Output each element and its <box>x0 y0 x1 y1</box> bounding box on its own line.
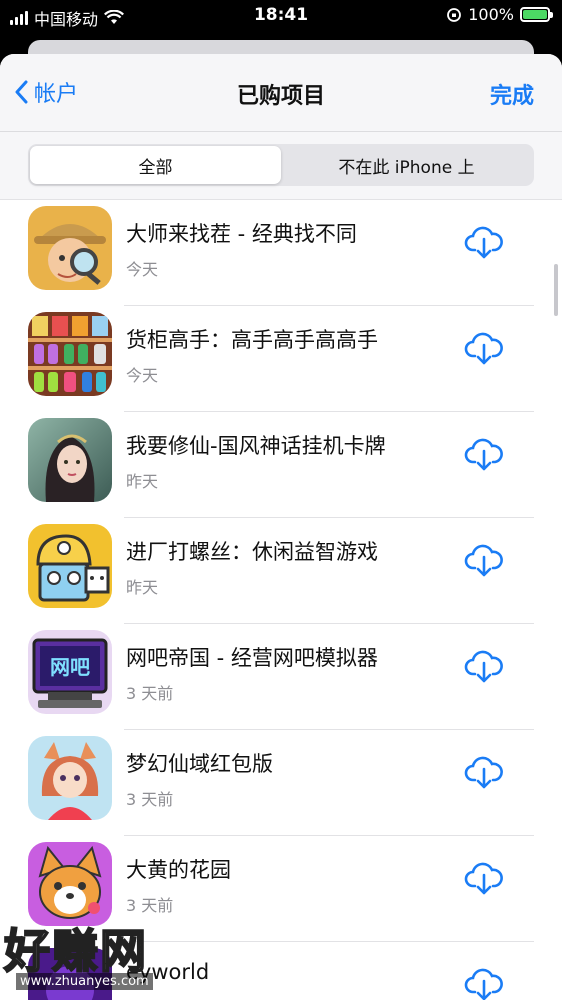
cloud-download-icon[interactable] <box>464 330 504 366</box>
app-text: 进厂打螺丝：休闲益智游戏 昨天 <box>126 536 378 598</box>
app-text: 网吧帝国 - 经营网吧模拟器 3 天前 <box>126 642 378 704</box>
cloud-download-icon[interactable] <box>464 648 504 684</box>
segmented-control: 全部 不在此 iPhone 上 <box>28 144 534 186</box>
purchased-sheet: 帐户 已购项目 完成 全部 不在此 iPhone 上 大师来找茬 - 经典找不同… <box>0 54 562 1000</box>
watermark-logo: 好赚网 <box>3 923 148 979</box>
battery-icon <box>520 7 553 22</box>
purchased-list: 大师来找茬 - 经典找不同 今天 货柜高手：高手高手高高手 今天 我要修仙-国风… <box>0 200 562 1000</box>
internet-cafe-monitor-icon[interactable]: 网吧 <box>28 630 112 714</box>
app-text: 大黄的花园 3 天前 <box>126 854 231 916</box>
detective-boy-icon[interactable] <box>28 206 112 290</box>
app-name: 我要修仙-国风神话挂机卡牌 <box>126 434 386 458</box>
app-date: 3 天前 <box>126 896 174 915</box>
list-item[interactable]: 我要修仙-国风神话挂机卡牌 昨天 <box>0 412 562 518</box>
done-button[interactable]: 完成 <box>490 78 534 110</box>
worker-robot-icon[interactable] <box>28 524 112 608</box>
cloud-download-icon[interactable] <box>464 860 504 896</box>
navigation-bar: 帐户 已购项目 完成 <box>0 54 562 132</box>
app-text: 大师来找茬 - 经典找不同 今天 <box>126 218 357 280</box>
app-date: 今天 <box>126 260 159 279</box>
app-name: 货柜高手：高手高手高高手 <box>126 328 378 352</box>
orientation-lock-icon <box>447 7 462 22</box>
app-name: 网吧帝国 - 经营网吧模拟器 <box>126 646 378 670</box>
page-title: 已购项目 <box>236 84 325 109</box>
list-item[interactable]: 货柜高手：高手高手高高手 今天 <box>0 306 562 412</box>
cloud-download-icon[interactable] <box>464 754 504 790</box>
battery-percent: 100% <box>468 5 514 24</box>
shelf-goods-icon[interactable] <box>28 312 112 396</box>
watermark-url: www.zhuanyes.com <box>16 973 153 990</box>
cloud-download-icon[interactable] <box>464 224 504 260</box>
app-date: 3 天前 <box>126 790 174 809</box>
app-name: 梦幻仙域红包版 <box>126 752 273 776</box>
segment-all[interactable]: 全部 <box>30 146 281 184</box>
app-text: 我要修仙-国风神话挂机卡牌 昨天 <box>126 430 386 492</box>
cloud-download-icon[interactable] <box>464 436 504 472</box>
list-item[interactable]: 进厂打螺丝：休闲益智游戏 昨天 <box>0 518 562 624</box>
app-name: 大黄的花园 <box>126 858 231 882</box>
app-date: 昨天 <box>126 472 159 491</box>
segment-not-on-iphone[interactable]: 不在此 iPhone 上 <box>281 146 532 184</box>
fox-girl-icon[interactable] <box>28 736 112 820</box>
watermark: 好赚网 www.zhuanyes.com <box>0 915 200 1000</box>
app-text: 货柜高手：高手高手高高手 今天 <box>126 324 378 386</box>
list-item[interactable]: 梦幻仙域红包版 3 天前 <box>0 730 562 836</box>
cloud-download-icon[interactable] <box>464 966 504 1000</box>
app-date: 3 天前 <box>126 684 174 703</box>
svg-text:网吧: 网吧 <box>50 655 90 679</box>
app-text: 梦幻仙域红包版 3 天前 <box>126 748 273 810</box>
list-item[interactable]: 网吧 网吧帝国 - 经营网吧模拟器 3 天前 <box>0 624 562 730</box>
fairy-lady-icon[interactable] <box>28 418 112 502</box>
app-name: 进厂打螺丝：休闲益智游戏 <box>126 540 378 564</box>
app-date: 昨天 <box>126 578 159 597</box>
status-bar: 中国移动 18:41 100% <box>0 0 562 32</box>
segment-bar: 全部 不在此 iPhone 上 <box>0 132 562 200</box>
status-right: 100% <box>446 5 553 24</box>
app-name: 大师来找茬 - 经典找不同 <box>126 222 357 246</box>
cloud-download-icon[interactable] <box>464 542 504 578</box>
list-item[interactable]: 大师来找茬 - 经典找不同 今天 <box>0 200 562 306</box>
app-date: 今天 <box>126 366 159 385</box>
corgi-dog-icon[interactable] <box>28 842 112 926</box>
